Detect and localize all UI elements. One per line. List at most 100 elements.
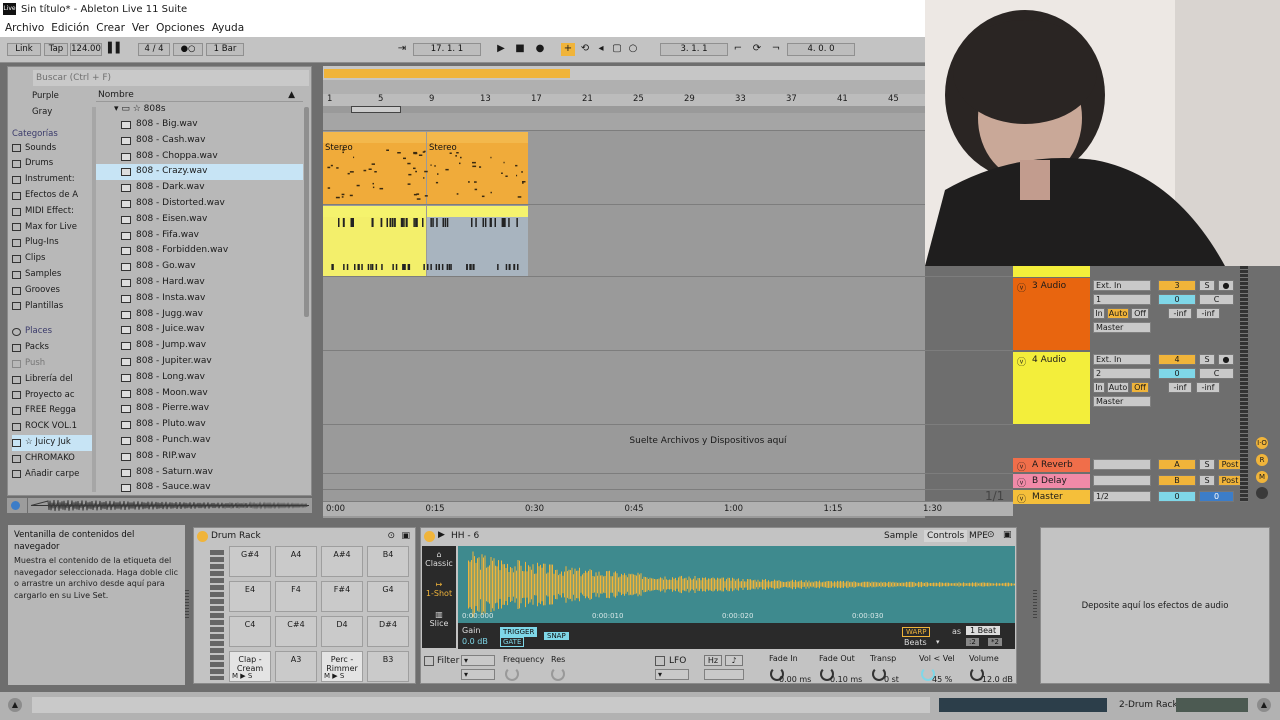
collapse-right-icon[interactable]: ▲	[1257, 698, 1271, 712]
stop-icon[interactable]: ■	[513, 43, 527, 56]
hotswap-icon[interactable]: ⊙	[987, 530, 995, 540]
warp-mode-arrow-icon[interactable]: ▾	[936, 638, 940, 646]
pad-mute-solo[interactable]: M ▶ S	[324, 672, 344, 680]
color-label-purple[interactable]: Purple	[12, 89, 92, 105]
collapse-left-icon[interactable]: ▲	[8, 698, 22, 712]
drum-pad[interactable]: F#4	[321, 581, 363, 612]
place-packs[interactable]: Packs	[12, 340, 92, 356]
file-item[interactable]: 808 - Jugg.wav	[96, 307, 303, 323]
place-juicy-juk[interactable]: ☆ Juicy Juk	[12, 434, 92, 451]
drum-pad[interactable]: A3	[275, 651, 317, 682]
warp-mode-select[interactable]: Beats	[904, 638, 927, 647]
back-to-arrangement-icon[interactable]: ◂	[594, 43, 608, 56]
return-activator[interactable]: A	[1158, 459, 1196, 470]
track-4-header[interactable]: ⓥ 4 Audio	[1013, 352, 1090, 424]
output-select[interactable]: Master	[1093, 396, 1151, 407]
solo-button[interactable]: S	[1199, 475, 1215, 486]
menu-opciones[interactable]: Opciones	[156, 22, 205, 34]
sort-icon[interactable]: ▲	[288, 89, 295, 102]
file-item[interactable]: 808 - Forbidden.wav	[96, 243, 303, 259]
place-push[interactable]: Push	[12, 356, 92, 372]
loop-brace[interactable]	[351, 106, 401, 113]
save-preset-icon[interactable]: ▣	[1003, 530, 1012, 540]
gate-button[interactable]: GATE	[500, 637, 525, 647]
input-channel-select[interactable]: 2	[1093, 368, 1151, 379]
send-b-field[interactable]: -inf	[1196, 382, 1220, 393]
place-chromako[interactable]: CHROMAKO	[12, 451, 92, 467]
volume-field[interactable]: 0	[1158, 368, 1196, 379]
tab-mpe[interactable]: MPE	[969, 531, 988, 541]
drum-pad[interactable]: B3	[367, 651, 409, 682]
name-column-header[interactable]: Nombre ▲	[96, 89, 303, 102]
overview-region[interactable]	[324, 69, 570, 78]
drum-pad[interactable]: C4	[229, 616, 271, 647]
menu-crear[interactable]: Crear	[96, 22, 125, 34]
category-plugins[interactable]: Plug-Ins	[12, 235, 92, 251]
trigger-button[interactable]: TRIGGER	[500, 627, 538, 637]
lfo-hz-button[interactable]: Hz	[704, 655, 722, 666]
file-item[interactable]: 808 - Punch.wav	[96, 433, 303, 449]
delay-toggle-icon[interactable]	[1256, 487, 1268, 499]
place-user-library[interactable]: Librería del	[12, 372, 92, 388]
session-record-icon[interactable]: ○	[626, 43, 640, 56]
solo-button[interactable]: S	[1199, 459, 1215, 470]
solo-button[interactable]: S	[1199, 354, 1215, 365]
drum-pad[interactable]: A#4	[321, 546, 363, 577]
filter-slope-select[interactable]: ▾	[461, 669, 495, 680]
color-label-gray[interactable]: Gray	[12, 105, 92, 121]
file-item[interactable]: 808 - Long.wav	[96, 370, 303, 386]
drum-pad[interactable]: G4	[367, 581, 409, 612]
arm-button[interactable]: ●	[1218, 280, 1234, 291]
place-current-project[interactable]: Proyecto ac	[12, 388, 92, 404]
save-preset-icon[interactable]: ▣	[401, 531, 410, 541]
filter-type-select[interactable]: ▾	[461, 655, 495, 666]
audio-effects-drop-zone[interactable]: Deposite aquí los efectos de audio	[1040, 527, 1270, 684]
return-input-field[interactable]	[1093, 459, 1151, 470]
tab-controls[interactable]: Controls	[924, 530, 968, 542]
quantize-select[interactable]: 1 Bar	[206, 43, 244, 56]
monitor-in-button[interactable]: In	[1093, 382, 1105, 393]
monitor-in-button[interactable]: In	[1093, 308, 1105, 319]
lfo-rate-field[interactable]	[704, 669, 744, 680]
lfo-toggle[interactable]	[655, 656, 665, 666]
category-audio-effects[interactable]: Efectos de A	[12, 188, 92, 204]
drum-pad[interactable]: D#4	[367, 616, 409, 647]
position-field[interactable]: 17. 1. 1	[413, 43, 481, 56]
drum-pad[interactable]: G#4	[229, 546, 271, 577]
warp-button[interactable]: WARP	[902, 627, 931, 637]
drum-pad[interactable]: E4	[229, 581, 271, 612]
mode-classic[interactable]: Classic	[422, 559, 456, 568]
preview-waveform[interactable]	[28, 498, 312, 513]
file-item[interactable]: 808 - Hard.wav	[96, 275, 303, 291]
mixer-toggle-icon[interactable]: M	[1256, 471, 1268, 483]
file-item[interactable]: 808 - Go.wav	[96, 259, 303, 275]
file-item[interactable]: 808 - Juice.wav	[96, 322, 303, 338]
device-on-icon[interactable]	[197, 531, 208, 542]
category-max-for-live[interactable]: Max for Live	[12, 220, 92, 236]
file-item[interactable]: 808 - Eisen.wav	[96, 212, 303, 228]
drum-pad[interactable]: C#4	[275, 616, 317, 647]
return-input-field[interactable]	[1093, 475, 1151, 486]
file-item[interactable]: 808 - Jupiter.wav	[96, 354, 303, 370]
hotswap-icon[interactable]: ⊙	[387, 531, 395, 541]
capture-icon[interactable]: ▢	[610, 43, 624, 56]
snap-button[interactable]: SNAP	[544, 632, 569, 640]
file-list-scrollbar[interactable]	[304, 107, 309, 317]
drop-zone[interactable]: Suelte Archivos y Dispositivos aquí	[323, 425, 1013, 458]
loop-icon[interactable]: ⟳	[750, 43, 764, 56]
preview-toggle[interactable]	[7, 498, 27, 513]
file-item[interactable]: 808 - Big.wav	[96, 117, 303, 133]
file-item[interactable]: 808 - Jump.wav	[96, 338, 303, 354]
category-templates[interactable]: Plantillas	[12, 299, 92, 315]
category-midi-effects[interactable]: MIDI Effect:	[12, 204, 92, 220]
beat-ruler[interactable]: 1 5 9 13 17 21 25 29 33 37 41 45	[323, 94, 925, 106]
file-item[interactable]: 808 - Saturn.wav	[96, 465, 303, 481]
category-grooves[interactable]: Grooves	[12, 283, 92, 299]
place-rock-vol1[interactable]: ROCK VOL.1	[12, 419, 92, 435]
file-item[interactable]: 808 - Distorted.wav	[96, 196, 303, 212]
scrub-area[interactable]	[323, 80, 925, 94]
fold-icon[interactable]: ⓥ	[1017, 492, 1026, 505]
drum-pad[interactable]: D4	[321, 616, 363, 647]
preview-play-icon[interactable]: ▶	[438, 530, 445, 540]
return-activator[interactable]: B	[1158, 475, 1196, 486]
